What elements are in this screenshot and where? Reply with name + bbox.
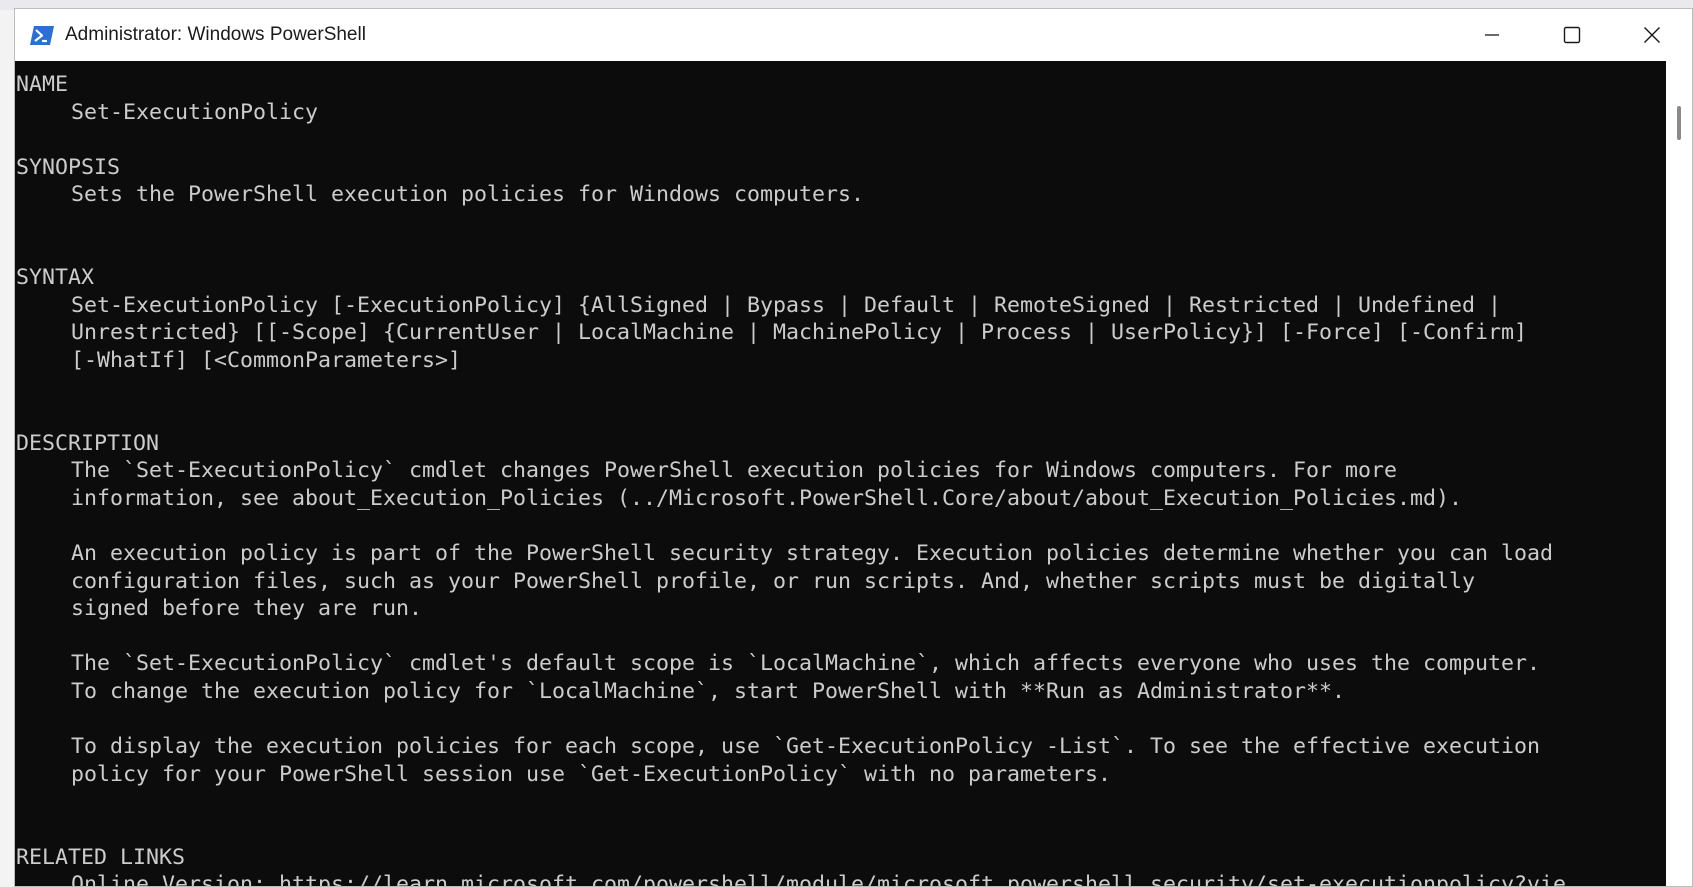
console-text: NAME Set-ExecutionPolicy SYNOPSIS Sets the … xyxy=(16,71,1667,887)
console-line: SYNOPSIS xyxy=(16,154,121,180)
console-line: signed before they are run. xyxy=(71,596,423,622)
minimize-button[interactable] xyxy=(1452,9,1532,61)
console-line: [-WhatIf] [<CommonParameters>] xyxy=(71,347,462,373)
maximize-button[interactable] xyxy=(1532,9,1612,61)
console-line: The `Set-ExecutionPolicy` cmdlet changes… xyxy=(71,458,1398,484)
console-output[interactable]: NAME Set-ExecutionPolicy SYNOPSIS Sets the … xyxy=(15,61,1667,887)
close-button[interactable] xyxy=(1612,9,1692,61)
minimize-icon xyxy=(1485,34,1499,36)
console-line: information, see about_Execution_Policie… xyxy=(71,485,1463,511)
powershell-icon xyxy=(29,25,55,45)
window-controls xyxy=(1452,9,1692,61)
scrollbar-thumb[interactable] xyxy=(1677,106,1681,140)
console-line: DESCRIPTION xyxy=(16,430,160,456)
window-title: Administrator: Windows PowerShell xyxy=(65,24,366,45)
console-line: configuration files, such as your PowerS… xyxy=(71,568,1476,594)
console-line: An execution policy is part of the Power… xyxy=(71,541,1554,567)
console-line: To change the execution policy for `Loca… xyxy=(71,679,1346,705)
console-line: Set-ExecutionPolicy xyxy=(71,99,319,125)
console-line: Online Version: https://learn.microsoft.… xyxy=(71,872,1567,887)
powershell-window: Administrator: Windows PowerShell NAME S… xyxy=(14,8,1693,887)
maximize-icon xyxy=(1563,26,1581,44)
console-line: NAME xyxy=(16,72,69,97)
console-line: Sets the PowerShell execution policies f… xyxy=(71,182,865,208)
close-icon xyxy=(1644,27,1660,43)
console-line: To display the execution policies for ea… xyxy=(71,734,1541,760)
vertical-scrollbar[interactable] xyxy=(1666,61,1692,886)
console-line: RELATED LINKS xyxy=(16,844,186,870)
console-line: SYNTAX xyxy=(16,265,95,291)
console-line: The `Set-ExecutionPolicy` cmdlet's defau… xyxy=(71,651,1541,677)
console-line: Unrestricted} [[-Scope] {CurrentUser | L… xyxy=(71,320,1528,346)
console-line: Set-ExecutionPolicy [-ExecutionPolicy] {… xyxy=(71,292,1502,318)
console-line: policy for your PowerShell session use `… xyxy=(71,761,1112,787)
title-bar[interactable]: Administrator: Windows PowerShell xyxy=(15,9,1692,61)
